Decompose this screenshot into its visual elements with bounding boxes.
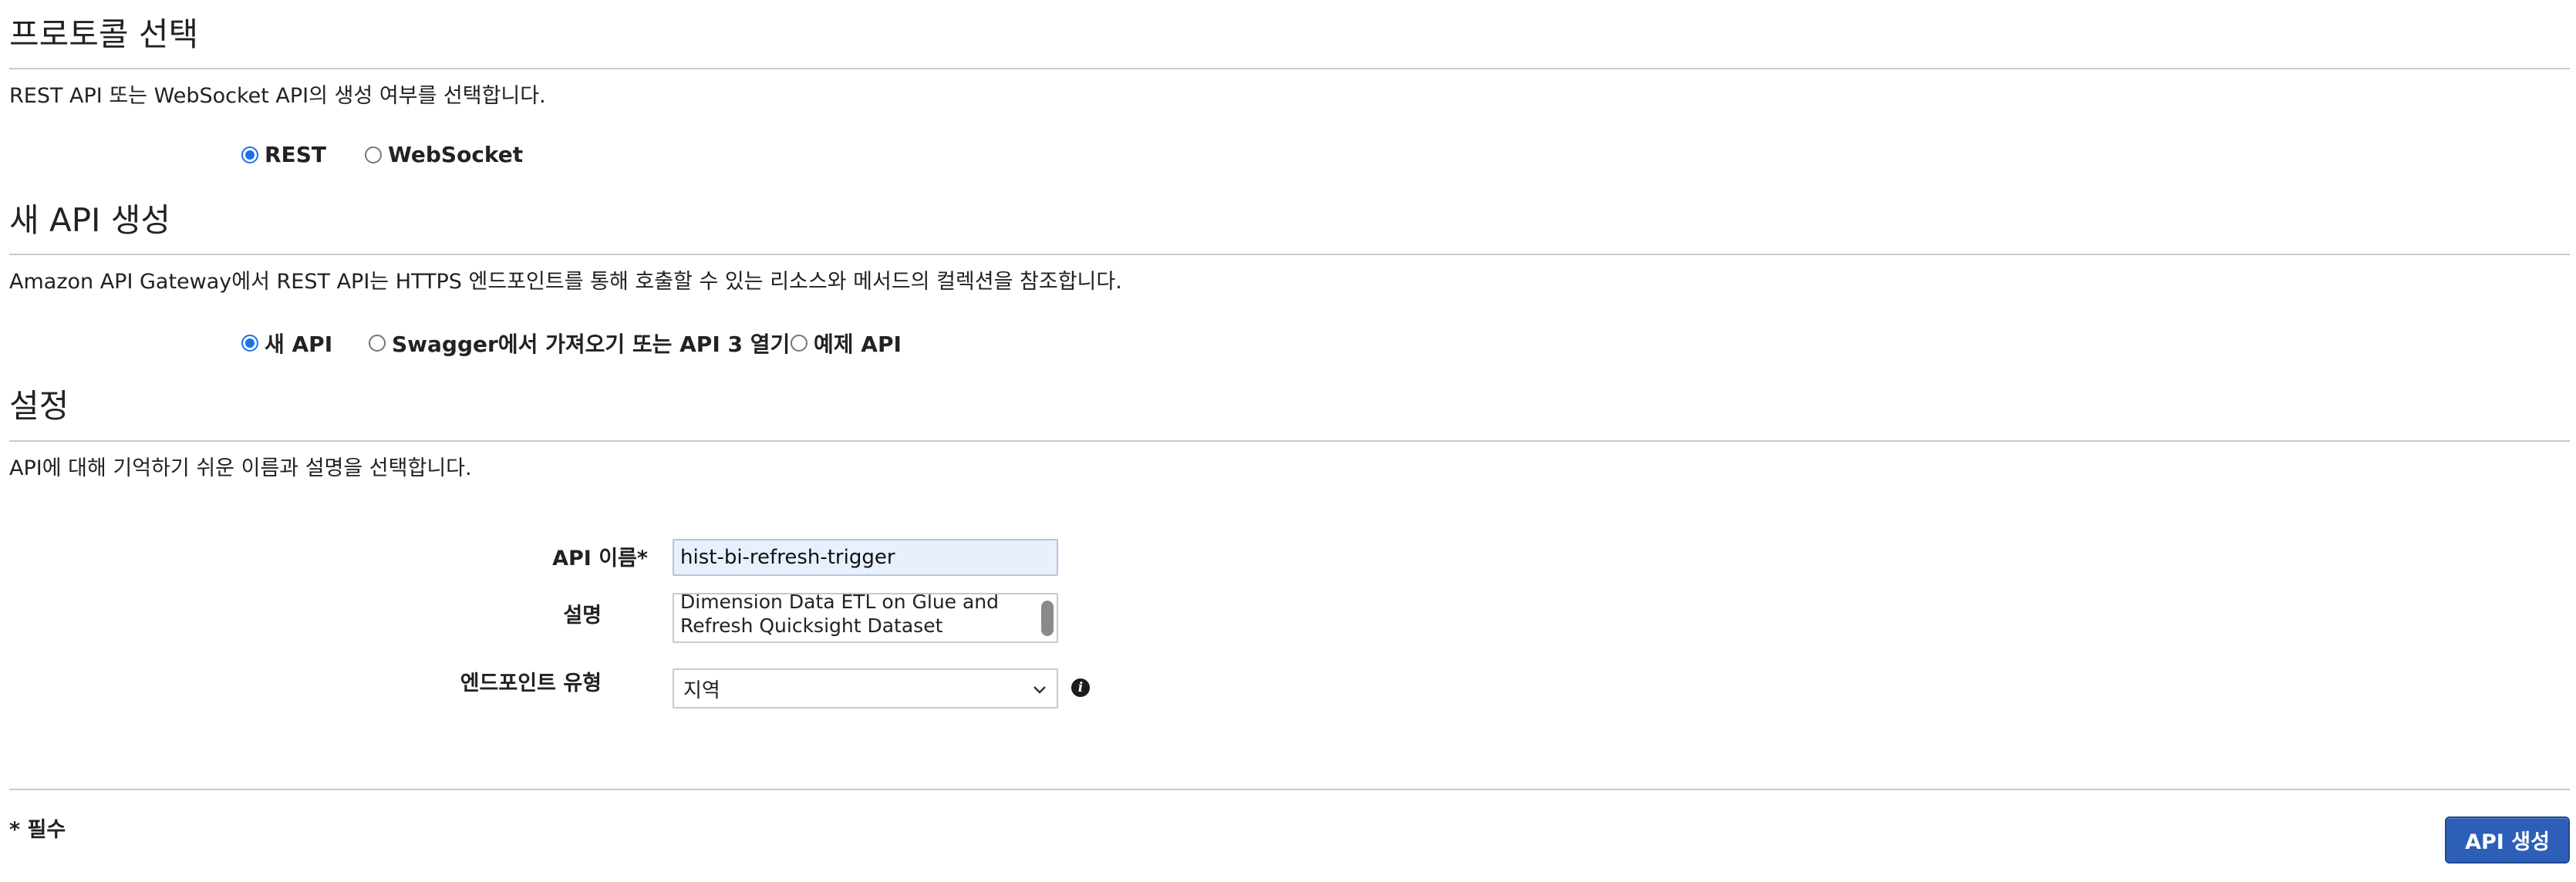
api-name-label: API 이름* [552, 547, 648, 571]
settings-section-description: API에 대해 기억하기 쉬운 이름과 설명을 선택합니다. [9, 456, 472, 480]
radio-example-api[interactable]: 예제 API [791, 328, 902, 359]
description-scrollbar[interactable] [1041, 601, 1054, 636]
radio-import-swagger-control[interactable] [369, 335, 386, 352]
api-name-input[interactable]: hist-bi-refresh-trigger [673, 539, 1058, 576]
create-section-title: 새 API 생성 [9, 201, 171, 239]
description-label: 설명 [563, 604, 602, 628]
required-note: * 필수 [9, 818, 66, 842]
section-divider [9, 440, 2570, 442]
description-line-2: Refresh Quicksight Dataset [680, 614, 943, 637]
radio-import-swagger[interactable]: Swagger에서 가져오기 또는 API 3 열기 [369, 328, 790, 359]
protocol-section-title: 프로토콜 선택 [9, 15, 199, 53]
info-icon[interactable]: i [1071, 678, 1090, 697]
protocol-section-description: REST API 또는 WebSocket API의 생성 여부를 선택합니다. [9, 84, 546, 108]
endpoint-type-value: 지역 [683, 678, 720, 702]
radio-rest-label: REST [265, 142, 326, 167]
radio-websocket-control[interactable] [365, 146, 382, 163]
radio-new-api[interactable]: 새 API [241, 328, 332, 359]
radio-websocket[interactable]: WebSocket [365, 142, 523, 167]
radio-new-api-control[interactable] [241, 335, 258, 352]
create-section-description: Amazon API Gateway에서 REST API는 HTTPS 엔드포… [9, 270, 1122, 294]
radio-new-api-label: 새 API [265, 332, 333, 357]
settings-section-title: 설정 [9, 387, 69, 425]
radio-rest[interactable]: REST [241, 142, 326, 167]
radio-rest-control[interactable] [241, 146, 258, 163]
api-name-value: hist-bi-refresh-trigger [680, 546, 895, 569]
endpoint-type-label: 엔드포인트 유형 [460, 672, 602, 695]
radio-example-api-control[interactable] [791, 335, 808, 352]
endpoint-type-select[interactable]: 지역 [673, 668, 1058, 709]
description-textarea[interactable]: Dimension Data ETL on Glue and Refresh Q… [673, 593, 1058, 643]
footer-divider [9, 789, 2570, 790]
radio-import-swagger-label: Swagger에서 가져오기 또는 API 3 열기 [392, 332, 791, 357]
chevron-down-icon [1032, 677, 1047, 700]
description-line-1: Dimension Data ETL on Glue and [680, 593, 1000, 613]
radio-example-api-label: 예제 API [814, 332, 902, 357]
section-divider [9, 254, 2570, 255]
create-api-button[interactable]: API 생성 [2445, 816, 2570, 863]
section-divider [9, 68, 2570, 69]
radio-websocket-label: WebSocket [388, 142, 524, 167]
